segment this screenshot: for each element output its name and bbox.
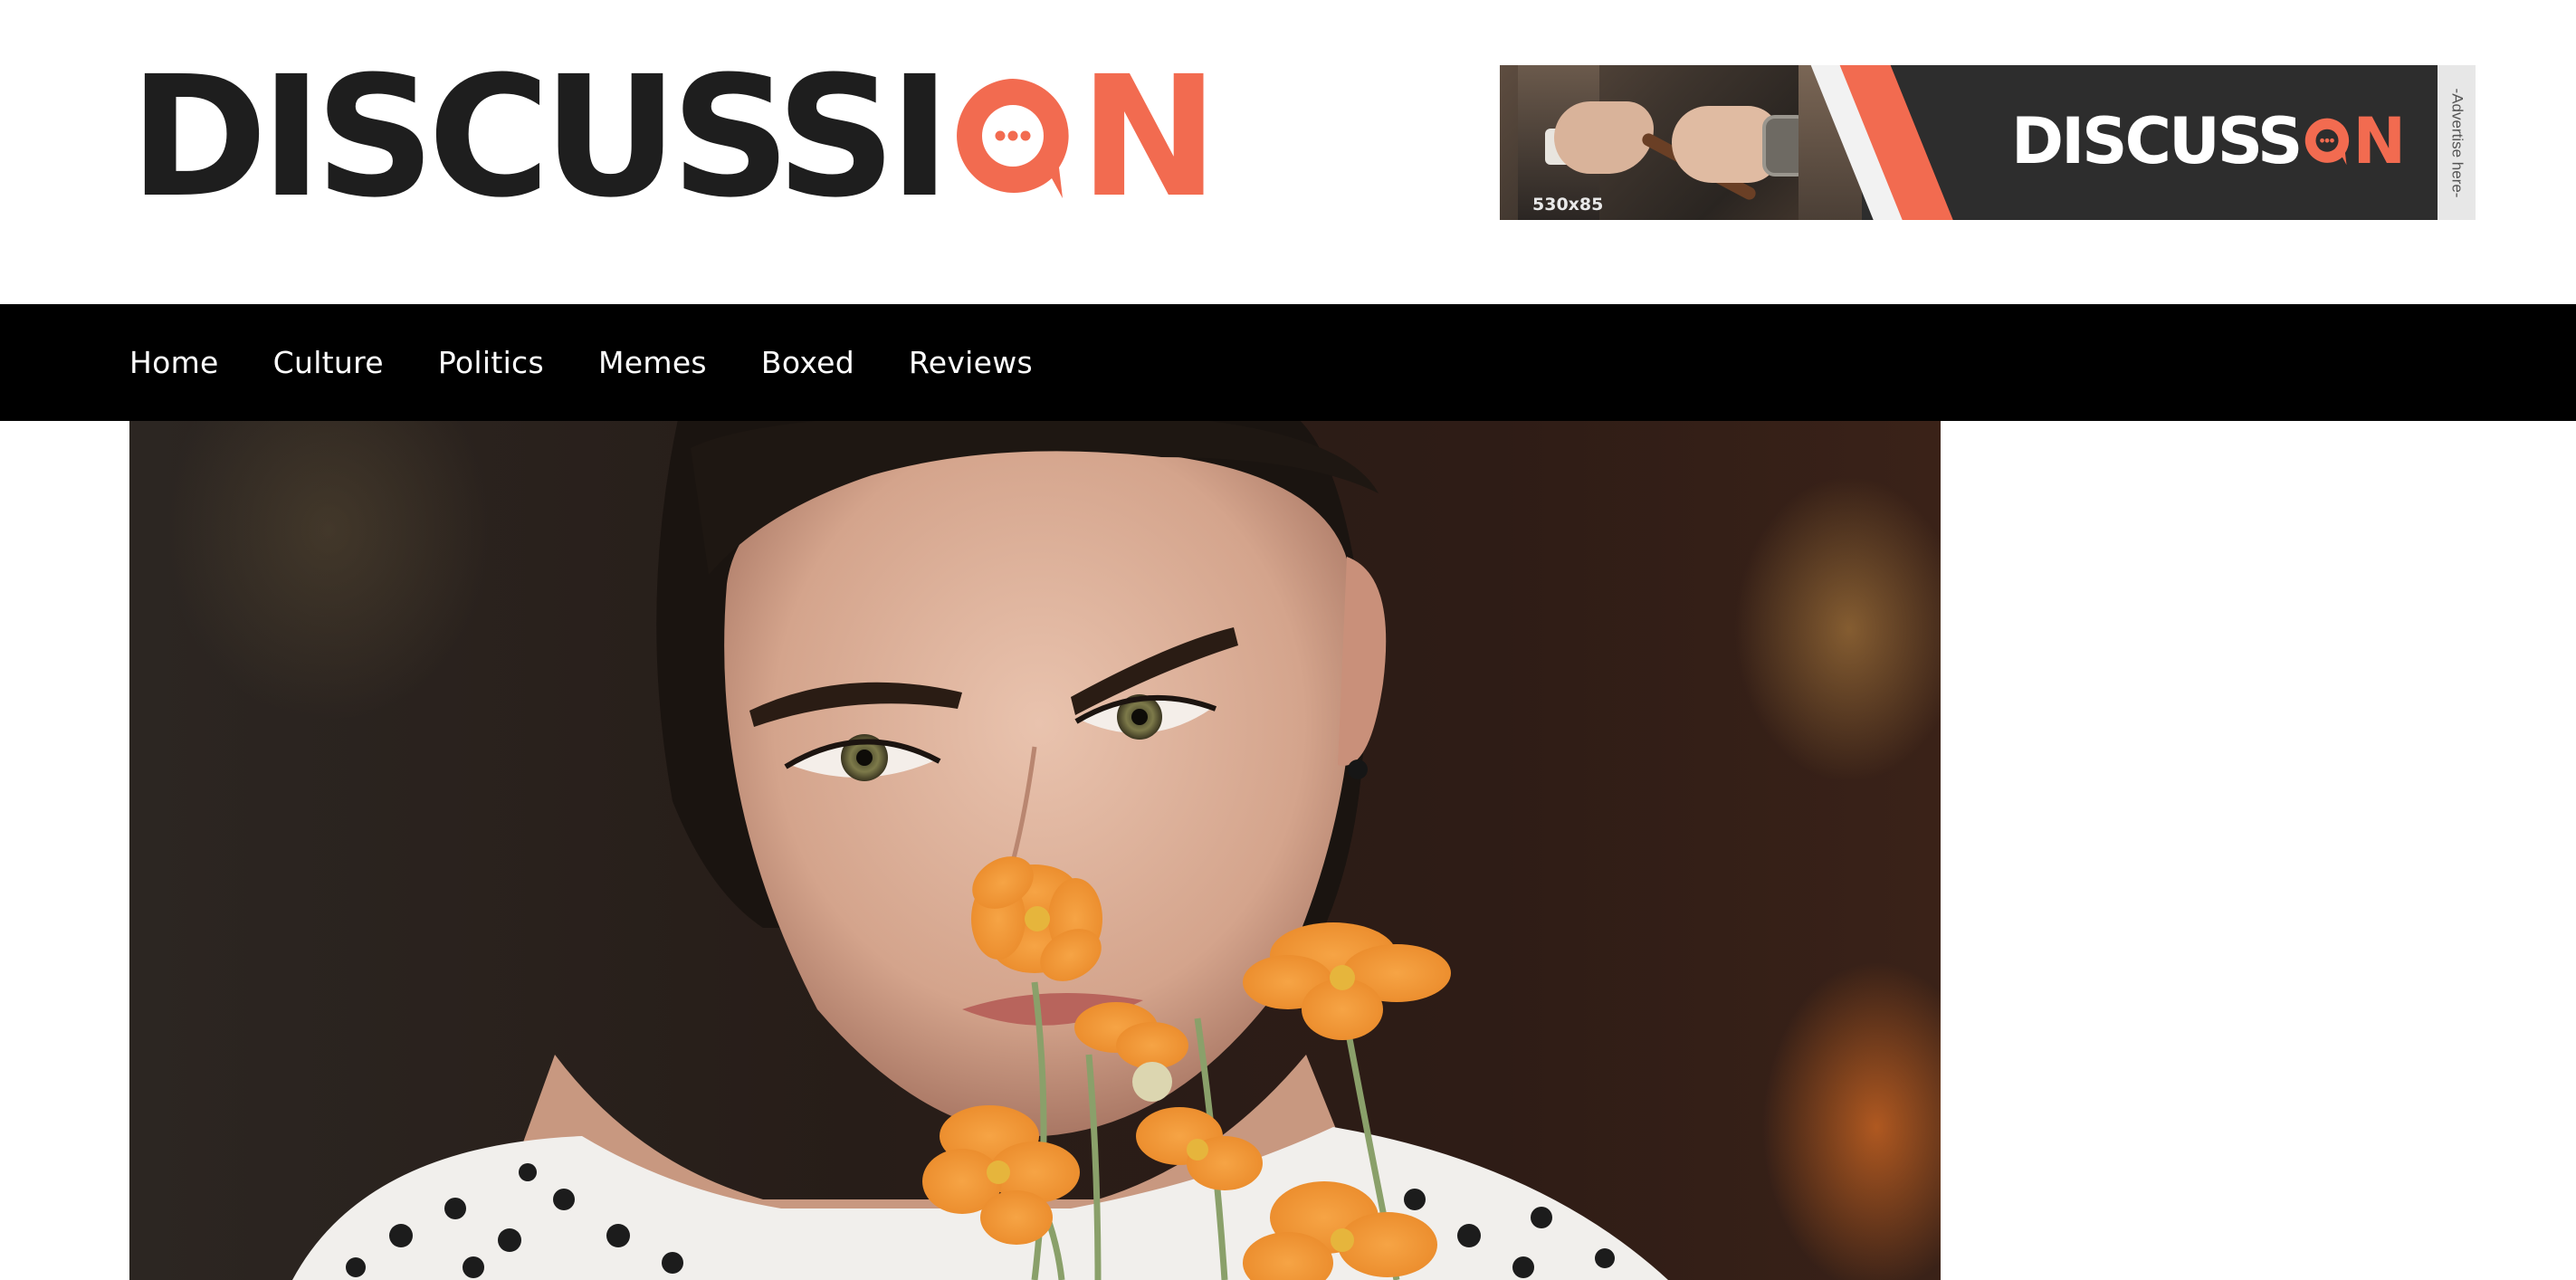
ad-photo: 530x85	[1500, 65, 1862, 220]
nav-item-politics[interactable]: Politics	[438, 345, 544, 380]
logo-text-accent: N	[1079, 41, 1218, 234]
nav-menu: Home Culture Politics Memes Boxed Review…	[129, 345, 1033, 380]
chat-bubble-icon	[950, 73, 1075, 202]
ad-logo: DISCUSS N	[2011, 104, 2406, 178]
nav-item-memes[interactable]: Memes	[598, 345, 707, 380]
advertise-here-label: -Advertise here-	[2448, 88, 2466, 197]
ad-logo-text-main: DISCUSS	[2011, 104, 2303, 178]
main-nav: Home Culture Politics Memes Boxed Review…	[0, 304, 2576, 421]
logo-text-main: DISCUSSI	[129, 41, 950, 234]
nav-item-culture[interactable]: Culture	[273, 345, 384, 380]
nav-item-reviews[interactable]: Reviews	[909, 345, 1033, 380]
ad-side-strip[interactable]: -Advertise here-	[2438, 65, 2476, 220]
nav-item-home[interactable]: Home	[129, 345, 219, 380]
ad-chat-bubble-icon	[2305, 118, 2350, 166]
ad-logo-text-accent: N	[2352, 104, 2406, 178]
ad-size-label: 530x85	[1532, 195, 1604, 215]
ad-banner[interactable]: 530x85 DISCUSS N -Advertise here-	[1500, 65, 2476, 220]
site-header: DISCUSSI N 530x85 DISCUSS N -Advertise h…	[0, 0, 2576, 304]
featured-image[interactable]	[129, 421, 1941, 1280]
portrait-illustration	[292, 421, 1668, 1280]
nav-item-boxed[interactable]: Boxed	[761, 345, 854, 380]
site-logo[interactable]: DISCUSSI N	[129, 41, 1218, 234]
